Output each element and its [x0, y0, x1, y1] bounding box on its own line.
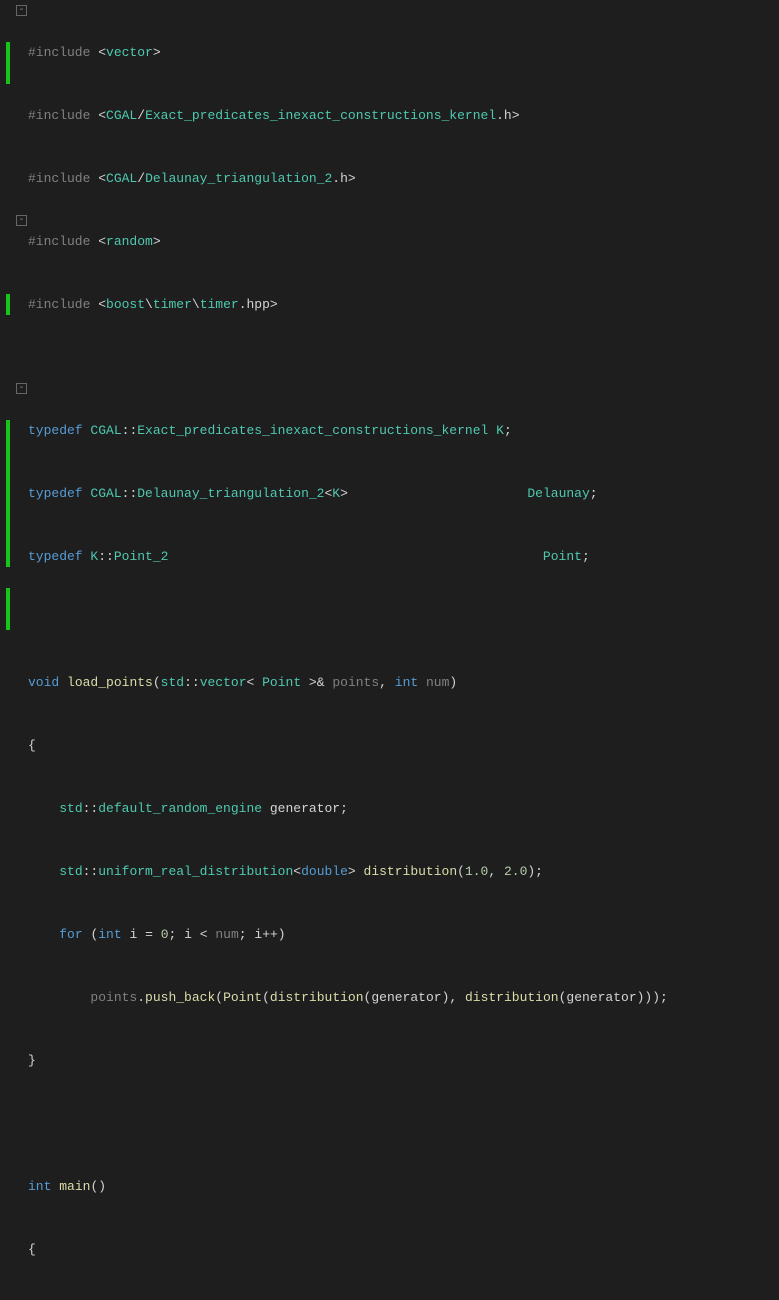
- code-line: }: [28, 1050, 779, 1071]
- code-line: #include <random>: [28, 231, 779, 252]
- code-line: #include <CGAL/Delaunay_triangulation_2.…: [28, 168, 779, 189]
- code-line: [28, 357, 779, 378]
- code-line: #include <boost\timer\timer.hpp>: [28, 294, 779, 315]
- code-line: typedef CGAL::Delaunay_triangulation_2<K…: [28, 483, 779, 504]
- code-editor[interactable]: - - - #include <vector> #include <CGAL/E…: [0, 0, 779, 650]
- code-area[interactable]: #include <vector> #include <CGAL/Exact_p…: [28, 0, 779, 650]
- code-line: int main(): [28, 1176, 779, 1197]
- gutter: - - -: [0, 0, 28, 650]
- code-line: [28, 1113, 779, 1134]
- code-line: std::uniform_real_distribution<double> d…: [28, 861, 779, 882]
- code-line: typedef CGAL::Exact_predicates_inexact_c…: [28, 420, 779, 441]
- change-marker: [6, 420, 10, 567]
- change-marker: [6, 294, 10, 315]
- code-line: typedef K::Point_2 Point;: [28, 546, 779, 567]
- change-marker: [6, 588, 10, 630]
- code-line: std::default_random_engine generator;: [28, 798, 779, 819]
- fold-toggle[interactable]: -: [16, 383, 27, 394]
- fold-toggle[interactable]: -: [16, 5, 27, 16]
- code-line: for (int i = 0; i < num; i++): [28, 924, 779, 945]
- code-line: #include <CGAL/Exact_predicates_inexact_…: [28, 105, 779, 126]
- code-line: #include <vector>: [28, 42, 779, 63]
- change-marker: [6, 42, 10, 84]
- fold-toggle[interactable]: -: [16, 215, 27, 226]
- code-line: void load_points(std::vector< Point >& p…: [28, 672, 779, 693]
- code-line: points.push_back(Point(distribution(gene…: [28, 987, 779, 1008]
- code-line: [28, 609, 779, 630]
- code-line: {: [28, 1239, 779, 1260]
- code-line: {: [28, 735, 779, 756]
